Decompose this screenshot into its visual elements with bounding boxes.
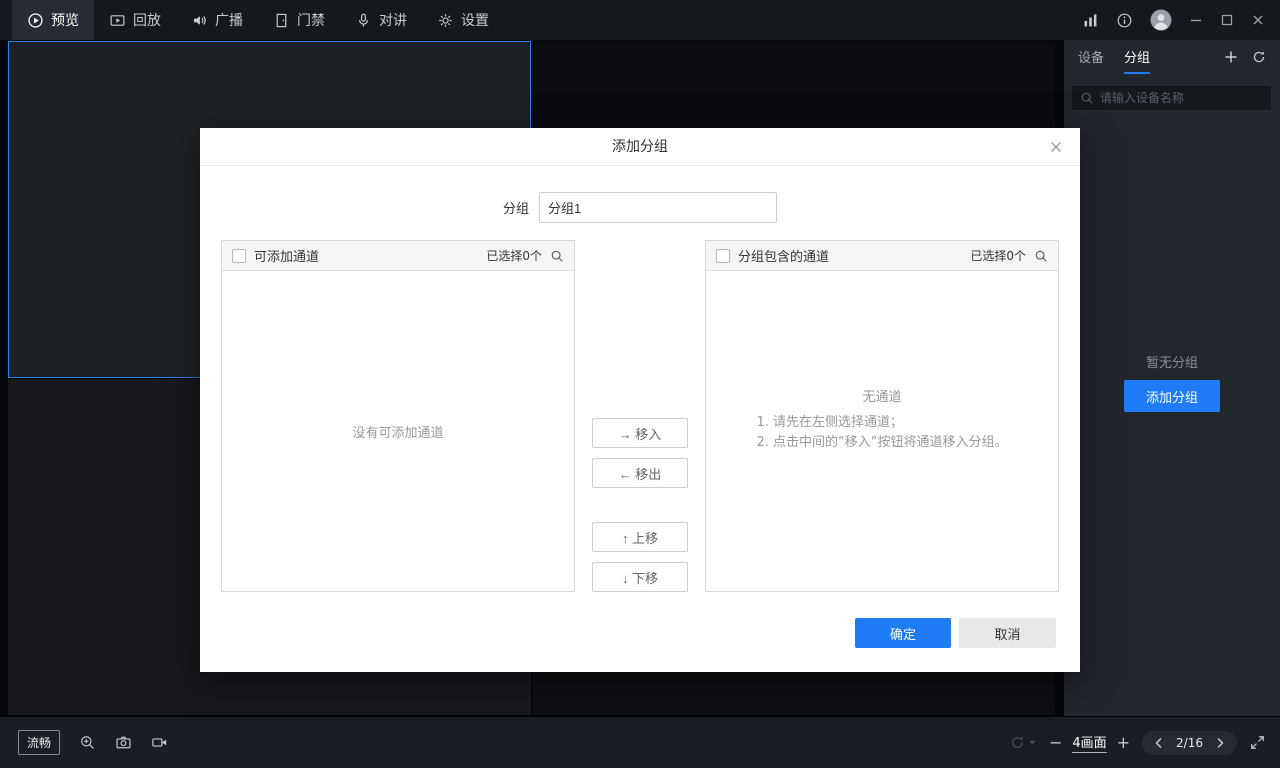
group-channels-empty: 无通道 1. 请先在左侧选择通道； 2. 点击中间的“移入”按钮将通道移入分组。	[706, 271, 1058, 591]
refresh-icon[interactable]	[1252, 50, 1266, 64]
play-circle-icon	[28, 12, 43, 28]
search-icon	[1081, 92, 1093, 104]
layout-plus-button[interactable]: +	[1117, 734, 1130, 751]
tab-label: 对讲	[379, 13, 407, 29]
page-prev-icon[interactable]	[1152, 736, 1166, 750]
group-name-label: 分组	[502, 202, 529, 217]
sidebar-actions	[1224, 40, 1266, 74]
tab-access-control[interactable]: 门禁	[258, 0, 340, 40]
bottombar-right-controls: − 4画面 + 2/16	[1009, 730, 1280, 755]
tab-label: 广播	[215, 13, 243, 29]
group-name-row: 分组	[200, 192, 1080, 223]
avatar[interactable]	[1150, 9, 1172, 31]
topbar-right-controls	[1082, 0, 1280, 40]
tab-label: 回放	[133, 13, 161, 29]
available-selected-count: 已选择0个	[486, 249, 542, 263]
move-up-button[interactable]: ↑ 上移	[592, 522, 688, 552]
tab-broadcast[interactable]: 广播	[176, 0, 258, 40]
available-channels-header: 可添加通道 已选择0个	[222, 241, 574, 271]
tab-preview[interactable]: 预览	[12, 0, 94, 40]
speaker-icon	[193, 15, 206, 25]
screen-layout-label[interactable]: 4画面	[1072, 732, 1107, 753]
device-group-sidebar: 设备 分组 暂无分组 添加分组	[1064, 40, 1280, 716]
bottom-toolbar: 流畅 − 4画面 + 2/16	[0, 716, 1280, 768]
digital-zoom-icon[interactable]	[79, 734, 96, 751]
tab-label: 预览	[51, 13, 79, 29]
no-group-text: 暂无分组	[1145, 356, 1198, 371]
page-navigation: 2/16	[1142, 730, 1237, 755]
device-search-input[interactable]	[1100, 91, 1263, 105]
snapshot-camera-icon[interactable]	[115, 734, 132, 751]
microphone-icon	[358, 13, 369, 27]
tab-settings[interactable]: 设置	[422, 0, 504, 40]
add-icon[interactable]	[1224, 50, 1238, 64]
tab-intercom[interactable]: 对讲	[340, 0, 422, 40]
ok-button[interactable]: 确定	[855, 618, 951, 648]
layout-minus-button[interactable]: −	[1049, 734, 1062, 751]
sidebar-tab-label: 分组	[1124, 50, 1151, 66]
select-all-available-checkbox[interactable]	[232, 248, 246, 263]
top-navigation-bar: 预览 回放 广播 门禁 对讲 设置	[0, 0, 1280, 40]
info-icon[interactable]	[1116, 12, 1133, 29]
available-search-icon[interactable]	[550, 249, 564, 263]
close-window-button[interactable]	[1251, 13, 1265, 27]
statistics-icon[interactable]	[1082, 12, 1099, 29]
add-group-button[interactable]: 添加分组	[1124, 380, 1220, 412]
fullscreen-icon[interactable]	[1249, 734, 1266, 751]
stream-quality-button[interactable]: 流畅	[18, 730, 61, 755]
move-in-button[interactable]: → 移入	[592, 418, 688, 448]
bottombar-left-controls: 流畅	[0, 730, 168, 755]
group-search-icon[interactable]	[1034, 249, 1048, 263]
select-all-group-checkbox[interactable]	[716, 248, 730, 263]
sidebar-search-box	[1072, 86, 1271, 110]
door-icon	[276, 13, 287, 27]
hint-line-1: 1. 请先在左侧选择通道；	[756, 414, 904, 430]
app-window: 预览 回放 广播 门禁 对讲 设置 设备 分组 请输入设备名称 暂无分组 添加分…	[0, 0, 1280, 768]
group-empty-block: 无通道 1. 请先在左侧选择通道； 2. 点击中间的“移入”按钮将通道移入分组。	[756, 386, 1007, 453]
auto-switch-control[interactable]	[1009, 734, 1037, 751]
move-out-button[interactable]: ← 移出	[592, 458, 688, 488]
playback-icon	[110, 14, 125, 26]
auto-switch-icon	[1012, 736, 1023, 748]
dialog-close-button[interactable]	[1044, 135, 1068, 159]
minimize-button[interactable]	[1189, 13, 1203, 27]
group-selected-count: 已选择0个	[970, 249, 1026, 263]
dialog-title: 添加分组	[200, 128, 1080, 166]
move-down-button[interactable]: ↓ 下移	[592, 562, 688, 592]
record-video-icon[interactable]	[151, 734, 168, 751]
page-indicator: 2/16	[1176, 735, 1203, 750]
group-channels-panel: 分组包含的通道 已选择0个 无通道 1. 请先在左侧选择通道； 2. 点击中间的…	[705, 240, 1059, 592]
sidebar-tab-label: 设备	[1078, 50, 1105, 66]
maximize-button[interactable]	[1220, 13, 1234, 27]
hint-line-2: 2. 点击中间的“移入”按钮将通道移入分组。	[756, 434, 1008, 450]
tab-playback[interactable]: 回放	[94, 0, 176, 40]
page-next-icon[interactable]	[1213, 736, 1227, 750]
cancel-button[interactable]: 取消	[959, 618, 1056, 648]
screen-layout-control: − 4画面 +	[1049, 732, 1130, 753]
tab-label: 设置	[461, 13, 489, 29]
caret-down-icon	[1029, 740, 1036, 745]
group-name-input[interactable]	[539, 192, 777, 223]
sidebar-tab-device[interactable]: 设备	[1078, 40, 1104, 74]
available-channels-title: 可添加通道	[254, 250, 320, 265]
available-channels-panel: 可添加通道 已选择0个 没有可添加通道	[221, 240, 575, 592]
gear-icon	[439, 13, 452, 27]
available-channels-empty: 没有可添加通道	[352, 425, 444, 441]
empty-hints: 1. 请先在左侧选择通道； 2. 点击中间的“移入”按钮将通道移入分组。	[756, 413, 1007, 453]
sidebar-tab-group[interactable]: 分组	[1124, 40, 1151, 74]
group-channels-title: 分组包含的通道	[738, 250, 830, 265]
group-channels-header: 分组包含的通道 已选择0个	[706, 241, 1058, 271]
add-group-dialog: 添加分组 分组 可添加通道 已选择0个 没有可添加通道 分组包含的通道 已选择0…	[200, 128, 1080, 672]
sidebar-tabs: 设备 分组	[1064, 40, 1280, 74]
close-icon	[1051, 142, 1061, 152]
tab-label: 门禁	[297, 13, 325, 29]
no-channel-text: 无通道	[862, 389, 902, 405]
